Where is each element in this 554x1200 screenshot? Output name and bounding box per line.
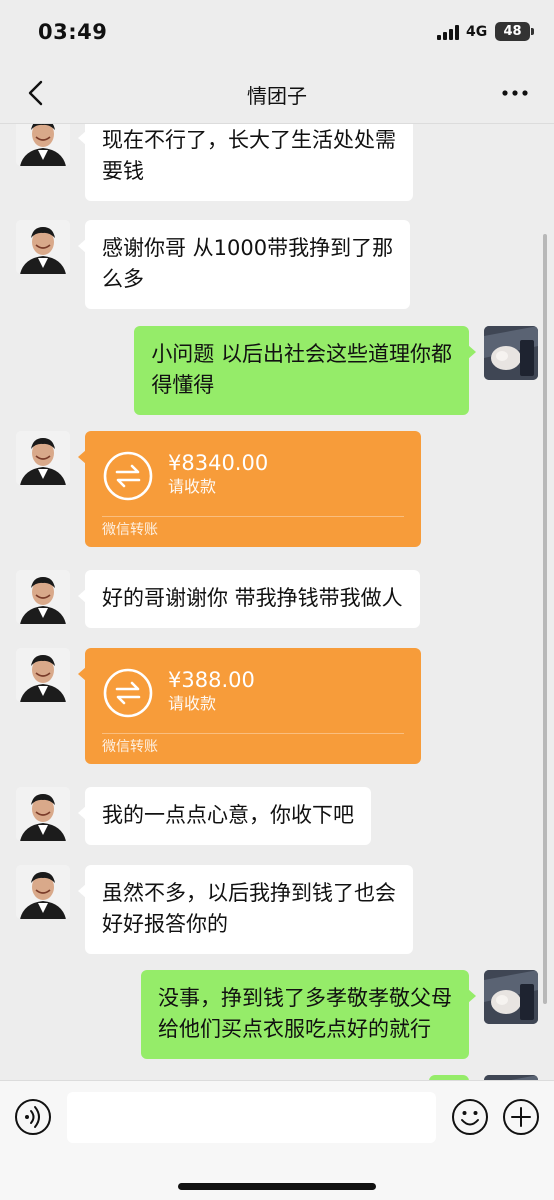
more-dots-icon [502, 90, 528, 96]
contact-avatar[interactable] [16, 648, 70, 702]
voice-icon [15, 1099, 51, 1135]
message-text: 感谢你哥 从1000带我挣到了那 么多 [102, 236, 394, 291]
chat-messages[interactable]: 现在不行了，长大了生活处处需 要钱 感谢你哥 从1000带我挣到了那 么多 小问… [0, 124, 554, 1080]
message-text: 没事，挣到钱了多孝敬孝敬父母 给他们买点衣服吃点好的就行 [158, 986, 452, 1041]
transfer-card[interactable]: ¥388.00 请收款 微信转账 [78, 648, 421, 764]
transfer-amount: ¥8340.00 [168, 451, 269, 475]
emoji-button[interactable] [451, 1098, 489, 1136]
user-avatar[interactable] [484, 326, 538, 380]
contact-avatar[interactable] [16, 865, 70, 919]
message-bubble-own[interactable]: 没事，挣到钱了多孝敬孝敬父母 给他们买点衣服吃点好的就行 [141, 970, 476, 1059]
signal-strength-icon [437, 25, 461, 40]
more-button[interactable] [498, 78, 532, 108]
message-text: 我的一点点心意，你收下吧 [102, 803, 354, 827]
contact-avatar[interactable] [16, 124, 70, 166]
transfer-status: 请收款 [168, 477, 217, 496]
message-text: 虽然不多，以后我挣到钱了也会 好好报答你的 [102, 881, 396, 936]
transfer-divider [102, 516, 404, 517]
message-bubble-own[interactable]: 小问题 以后出社会这些道理你都 得懂得 [134, 326, 476, 415]
scrollbar[interactable] [543, 234, 547, 1004]
message-text: 小问题 以后出社会这些道理你都 得懂得 [151, 342, 452, 397]
contact-avatar[interactable] [16, 431, 70, 485]
contact-avatar[interactable] [16, 220, 70, 274]
battery-icon: 48 [495, 22, 530, 41]
plus-button[interactable] [502, 1098, 540, 1136]
network-type: 4G [466, 24, 488, 40]
message-bubble[interactable]: 现在不行了，长大了生活处处需 要钱 [78, 124, 413, 201]
input-bar [0, 1080, 554, 1200]
transfer-amount: ¥388.00 [168, 668, 255, 692]
voice-button[interactable] [14, 1098, 52, 1136]
chat-title: 情团子 [247, 84, 307, 108]
message-bubble[interactable]: 虽然不多，以后我挣到钱了也会 好好报答你的 [78, 865, 413, 954]
battery-cap [531, 28, 534, 35]
plus-icon [503, 1099, 539, 1135]
user-avatar[interactable] [484, 970, 538, 1024]
message-text: 现在不行了，长大了生活处处需 要钱 [102, 128, 396, 183]
message-bubble[interactable]: 感谢你哥 从1000带我挣到了那 么多 [77, 220, 411, 309]
message-bubble[interactable]: 好的哥谢谢你 带我挣钱带我做人 [78, 570, 420, 628]
message-input[interactable] [67, 1092, 436, 1143]
emoji-icon [452, 1099, 488, 1135]
transfer-arrows-icon [103, 451, 153, 501]
transfer-card[interactable]: ¥8340.00 请收款 微信转账 [78, 431, 421, 547]
transfer-arrows-icon [103, 668, 153, 718]
contact-avatar[interactable] [16, 570, 70, 624]
chat-header: 情团子 [0, 62, 554, 124]
transfer-status: 请收款 [168, 694, 217, 713]
message-bubble[interactable]: 我的一点点心意，你收下吧 [78, 787, 371, 845]
status-bar: 03:49 4G 48 [0, 0, 554, 62]
message-text: 好的哥谢谢你 带我挣钱带我做人 [102, 586, 403, 610]
contact-avatar[interactable] [16, 787, 70, 841]
status-time: 03:49 [38, 20, 108, 44]
transfer-source: 微信转账 [102, 522, 158, 538]
transfer-source: 微信转账 [102, 739, 158, 755]
transfer-divider [102, 733, 404, 734]
home-indicator[interactable] [178, 1183, 376, 1190]
